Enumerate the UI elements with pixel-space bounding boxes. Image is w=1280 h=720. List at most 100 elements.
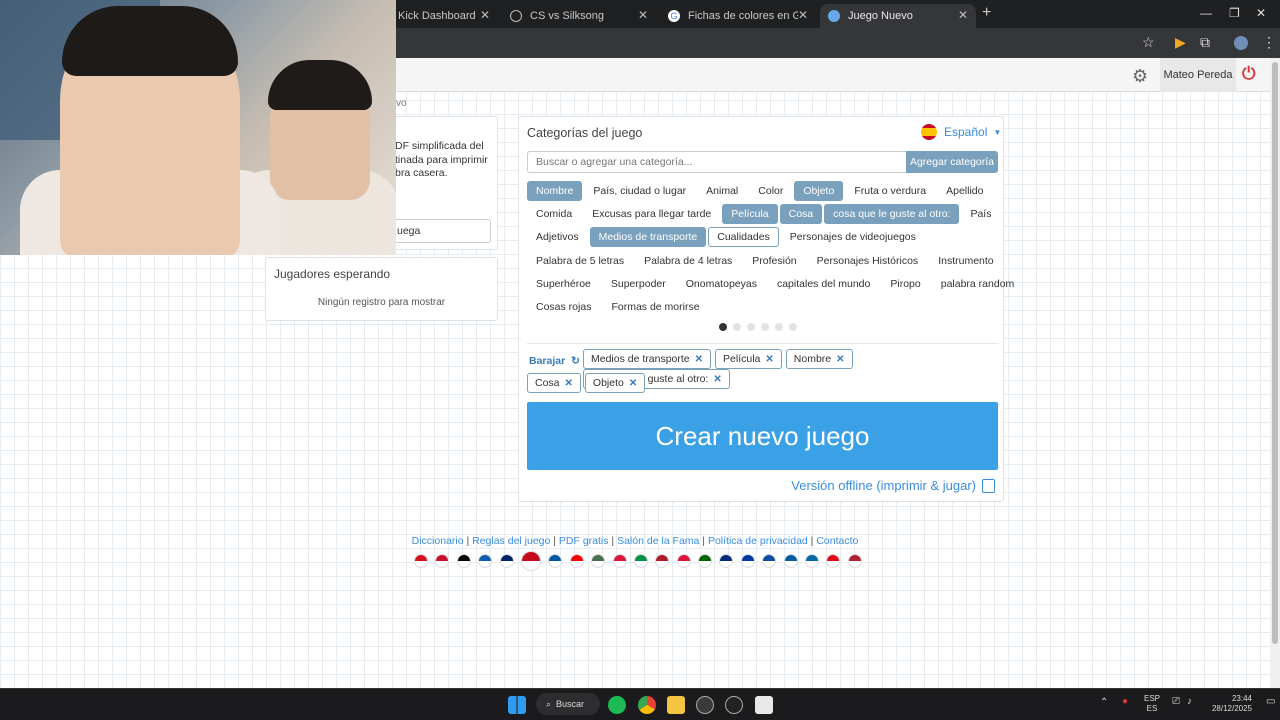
footer-link[interactable]: Contacto (816, 535, 858, 547)
language-flag-icon[interactable] (435, 554, 450, 568)
remove-icon[interactable]: ✕ (565, 378, 573, 389)
category-tag[interactable]: Superpoder (602, 274, 675, 294)
category-tag[interactable]: Animal (697, 181, 747, 201)
steam-icon[interactable] (696, 696, 714, 714)
folder-icon[interactable] (667, 696, 685, 714)
join-input[interactable]: uega (388, 219, 491, 243)
category-tag[interactable]: Nombre (527, 180, 583, 201)
category-tag[interactable]: Palabra de 5 letras (527, 251, 633, 271)
extension-play-icon[interactable]: ▶ (1175, 34, 1186, 51)
category-tag[interactable]: Medios de transporte (589, 227, 707, 248)
footer-link[interactable]: Política de privacidad (708, 535, 808, 547)
category-tag[interactable]: Superhéroe (527, 274, 600, 294)
create-game-button[interactable]: Crear nuevo juego (527, 402, 998, 470)
remove-icon[interactable]: ✕ (695, 354, 703, 365)
restore-button[interactable]: ❐ (1229, 6, 1240, 20)
windows-start-icon[interactable] (508, 696, 526, 714)
pager-dot[interactable] (789, 323, 797, 331)
tab-fichas-de-colores[interactable]: G Fichas de colores en Google - E ✕ (660, 4, 816, 28)
language-flag-icon[interactable] (499, 554, 514, 568)
app-icon[interactable] (725, 696, 743, 714)
category-tag[interactable]: Película (722, 203, 778, 224)
close-icon[interactable]: ✕ (798, 8, 808, 22)
user-name[interactable]: Mateo Pereda (1160, 58, 1236, 92)
clock[interactable]: 23:44 28/12/2025 (1208, 694, 1252, 714)
language-flag-icon[interactable] (676, 554, 691, 568)
language-flag-icon[interactable] (591, 554, 606, 568)
profile-avatar[interactable] (1234, 36, 1248, 50)
volume-icon[interactable]: ♪ (1187, 697, 1192, 707)
remove-icon[interactable]: ✕ (629, 378, 637, 389)
notepad-icon[interactable] (755, 696, 773, 714)
category-tag[interactable]: Onomatopeyas (677, 274, 766, 294)
category-tag[interactable]: Fruta o verdura (845, 181, 935, 201)
shuffle-button[interactable]: Barajar ↻ (529, 355, 580, 367)
close-icon[interactable]: ✕ (958, 8, 968, 22)
footer-link[interactable]: Reglas del juego (472, 535, 550, 547)
notification-icon[interactable]: ▭ (1266, 697, 1275, 707)
remove-icon[interactable]: ✕ (713, 374, 721, 385)
pager-dot[interactable] (733, 323, 741, 331)
category-tag[interactable]: cosa que le guste al otro: (824, 203, 960, 224)
category-tag[interactable]: Palabra de 4 letras (635, 251, 741, 271)
category-tag[interactable]: Piropo (881, 274, 929, 294)
remove-icon[interactable]: ✕ (765, 354, 773, 365)
language-flag-icon[interactable] (826, 554, 841, 568)
chevron-up-icon[interactable]: ⌃ (1100, 698, 1108, 708)
language-flag-icon[interactable] (698, 554, 713, 568)
language-flag-icon[interactable] (612, 554, 627, 568)
close-icon[interactable]: ✕ (480, 8, 490, 22)
language-flag-icon[interactable] (456, 554, 471, 568)
category-tag[interactable]: Personajes de videojuegos (781, 227, 925, 247)
footer-link[interactable]: Diccionario (412, 535, 464, 547)
close-icon[interactable]: ✕ (638, 8, 648, 22)
new-tab-button[interactable]: + (982, 4, 991, 22)
footer-link[interactable]: Salón de la Fama (617, 535, 699, 547)
tab-cs-vs-silksong[interactable]: CS vs Silksong ✕ (502, 4, 656, 28)
tab-juego-nuevo[interactable]: Juego Nuevo ✕ (820, 4, 976, 28)
category-tag[interactable]: Objeto (794, 180, 844, 201)
pager-dot[interactable] (747, 323, 755, 331)
language-flag-icon[interactable] (847, 554, 862, 568)
power-icon[interactable]: ⏻ (1242, 64, 1255, 84)
category-tag[interactable]: País (961, 204, 1000, 224)
category-tag[interactable]: Color (749, 181, 792, 201)
network-icon[interactable]: ⎚ (1172, 697, 1180, 707)
close-window-button[interactable]: ✕ (1256, 6, 1266, 20)
language-flag-icon[interactable] (414, 554, 428, 568)
language-flag-icon[interactable] (740, 554, 755, 568)
language-flag-icon[interactable] (762, 554, 777, 568)
language-flag-icon[interactable] (805, 554, 820, 568)
category-tag[interactable]: Cualidades (708, 227, 779, 248)
language-flag-icon[interactable] (633, 554, 648, 568)
scrollbar-thumb[interactable] (1272, 62, 1278, 644)
category-tag[interactable]: Apellido (937, 181, 992, 201)
tab-kick-dashboard[interactable]: Kick Dashboard ✕ (390, 4, 498, 28)
language-flag-icon[interactable] (655, 554, 670, 568)
microphone-icon[interactable]: ● (1122, 697, 1128, 707)
language-flag-icon[interactable] (548, 554, 563, 568)
pager-dot[interactable] (719, 323, 727, 331)
category-tag[interactable]: Comida (527, 204, 581, 224)
category-tag[interactable]: Excusas para llegar tarde (583, 204, 720, 224)
menu-icon[interactable]: ⋮ (1262, 34, 1276, 51)
language-indicator[interactable]: ESP ES (1144, 694, 1160, 714)
category-tag[interactable]: palabra random (932, 274, 1024, 294)
category-tag[interactable]: Personajes Históricos (808, 251, 928, 271)
chrome-icon[interactable] (638, 696, 656, 714)
category-search-input[interactable] (527, 151, 907, 173)
language-selector[interactable]: Español ▼ (921, 124, 1001, 140)
pager-dot[interactable] (775, 323, 783, 331)
offline-version-link[interactable]: Versión offline (imprimir & jugar) (791, 478, 995, 493)
category-tag[interactable]: Formas de morirse (602, 297, 708, 317)
language-flag-icon[interactable] (719, 554, 734, 568)
gear-icon[interactable]: ⚙ (1132, 66, 1148, 87)
category-tag[interactable]: Profesión (743, 251, 805, 271)
add-category-button[interactable]: Agregar categoría (906, 151, 998, 173)
category-tag[interactable]: Cosas rojas (527, 297, 600, 317)
spotify-icon[interactable] (608, 696, 626, 714)
language-flag-icon[interactable] (478, 554, 493, 568)
remove-icon[interactable]: ✕ (836, 354, 844, 365)
footer-link[interactable]: PDF gratis (559, 535, 609, 547)
minimize-button[interactable]: — (1200, 6, 1212, 20)
